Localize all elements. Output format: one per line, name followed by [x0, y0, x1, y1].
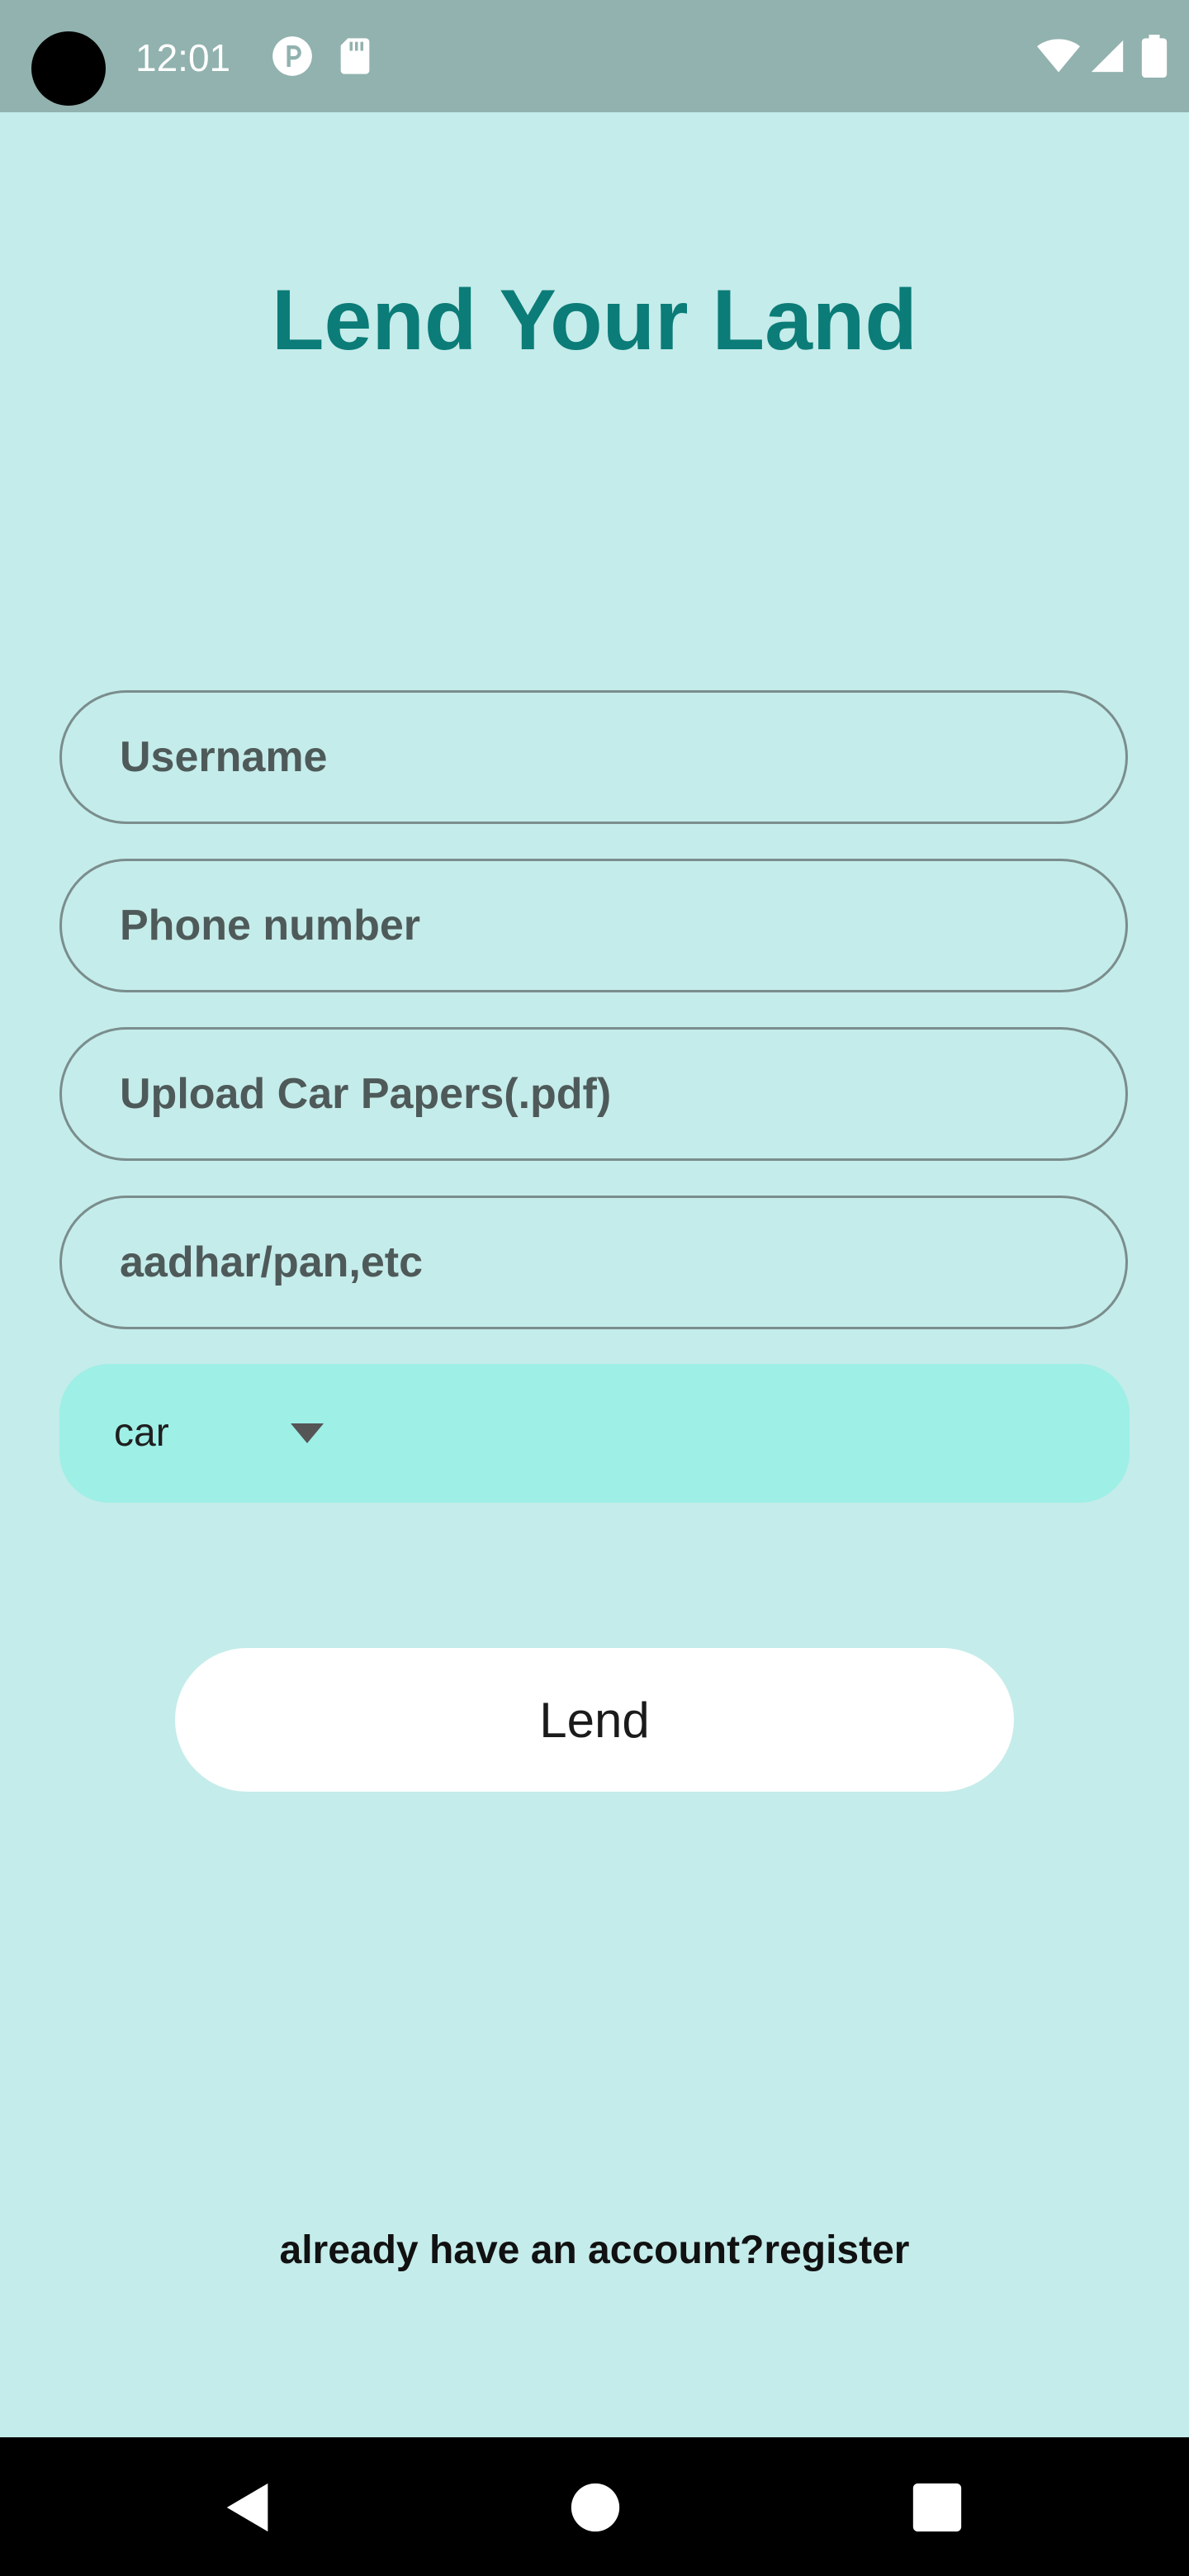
id-document-field[interactable] — [59, 1196, 1128, 1329]
home-icon[interactable] — [566, 2479, 624, 2536]
upload-papers-field[interactable] — [59, 1027, 1128, 1161]
register-link[interactable]: already have an account?register — [0, 2224, 1189, 2277]
navigation-bar — [0, 2437, 1189, 2576]
dropdown-arrow-icon — [291, 1423, 324, 1443]
p-icon — [272, 36, 312, 76]
sd-card-icon — [340, 38, 370, 74]
status-bar: 12:01 — [0, 0, 1189, 112]
upload-papers-input[interactable] — [120, 1030, 1069, 1158]
battery-icon — [1141, 35, 1168, 78]
camera-cutout — [31, 31, 106, 106]
phone-input[interactable] — [120, 861, 1069, 990]
signal-icon — [1091, 40, 1124, 73]
dropdown-selected-value: car — [114, 1411, 169, 1455]
phone-field[interactable] — [59, 859, 1128, 992]
page-title: Lend Your Land — [272, 272, 917, 368]
id-document-input[interactable] — [120, 1198, 1069, 1327]
lend-button[interactable]: Lend — [175, 1648, 1014, 1792]
status-time: 12:01 — [135, 36, 231, 79]
back-icon[interactable] — [220, 2479, 277, 2536]
username-field[interactable] — [59, 690, 1128, 824]
recents-icon[interactable] — [908, 2479, 966, 2536]
vehicle-type-dropdown[interactable]: car — [59, 1364, 1130, 1503]
wifi-icon — [1037, 39, 1080, 73]
username-input[interactable] — [120, 693, 1069, 822]
